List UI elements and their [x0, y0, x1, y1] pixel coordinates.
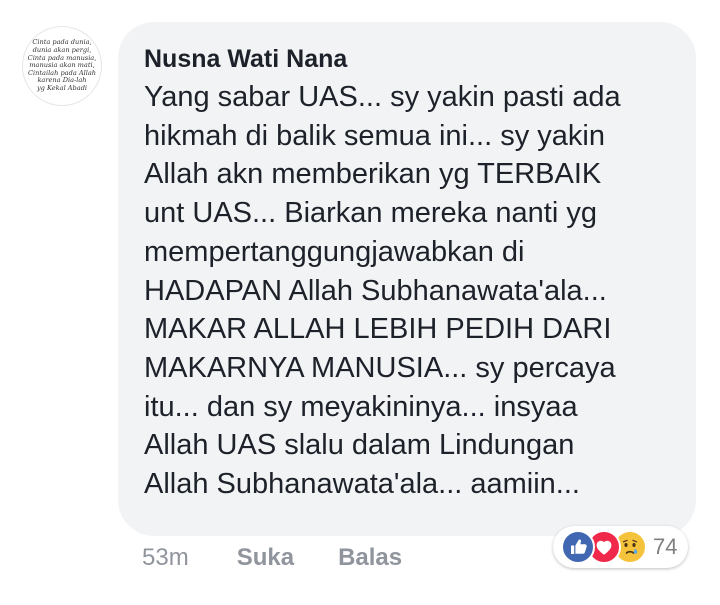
comment-line: itu... dan sy meyakininya... insyaa: [144, 390, 578, 423]
reactions-summary[interactable]: 74: [553, 526, 688, 568]
comment-line: Yang sabar UAS... sy yakin pasti ada: [144, 81, 621, 113]
reply-button[interactable]: Balas: [338, 544, 402, 572]
comment-line: hikmah di balik semua ini... sy yakin: [144, 119, 605, 152]
comment-line: MAKAR ALLAH LEBIH PEDIH DARI: [144, 313, 612, 346]
comment-timestamp[interactable]: 53m: [142, 544, 189, 572]
comment-line: HADAPAN Allah Subhanawata'ala...: [144, 274, 607, 307]
like-button[interactable]: Suka: [237, 544, 294, 572]
like-icon: [561, 530, 595, 564]
comment-line: Allah UAS slalu dalam Lindungan: [144, 429, 575, 462]
reaction-count: 74: [653, 534, 678, 559]
comment-line: unt UAS... Biarkan mereka nanti yg: [144, 197, 597, 230]
avatar-text: yg Kekal Abadi: [36, 83, 88, 92]
comment-author[interactable]: Nusna Wati Nana: [144, 44, 672, 74]
comment-line: mempertanggungjawabkan di: [144, 235, 525, 268]
comment-line: MAKARNYA MANUSIA... sy percaya: [144, 351, 616, 384]
comment-actions: 53m Suka Balas: [142, 540, 446, 576]
comment-line: Allah Subhanawata'ala... aamiin...: [144, 468, 580, 501]
avatar[interactable]: Cinta pada dunia, dunia akan pergi, Cint…: [22, 26, 102, 106]
comment-bubble: Nusna Wati Nana Yang sabar UAS... sy yak…: [118, 22, 696, 536]
comment-line: Allah akn memberikan yg TERBAIK: [144, 158, 602, 191]
comment-text: Yang sabar UAS... sy yakin pasti ada hik…: [144, 78, 672, 504]
